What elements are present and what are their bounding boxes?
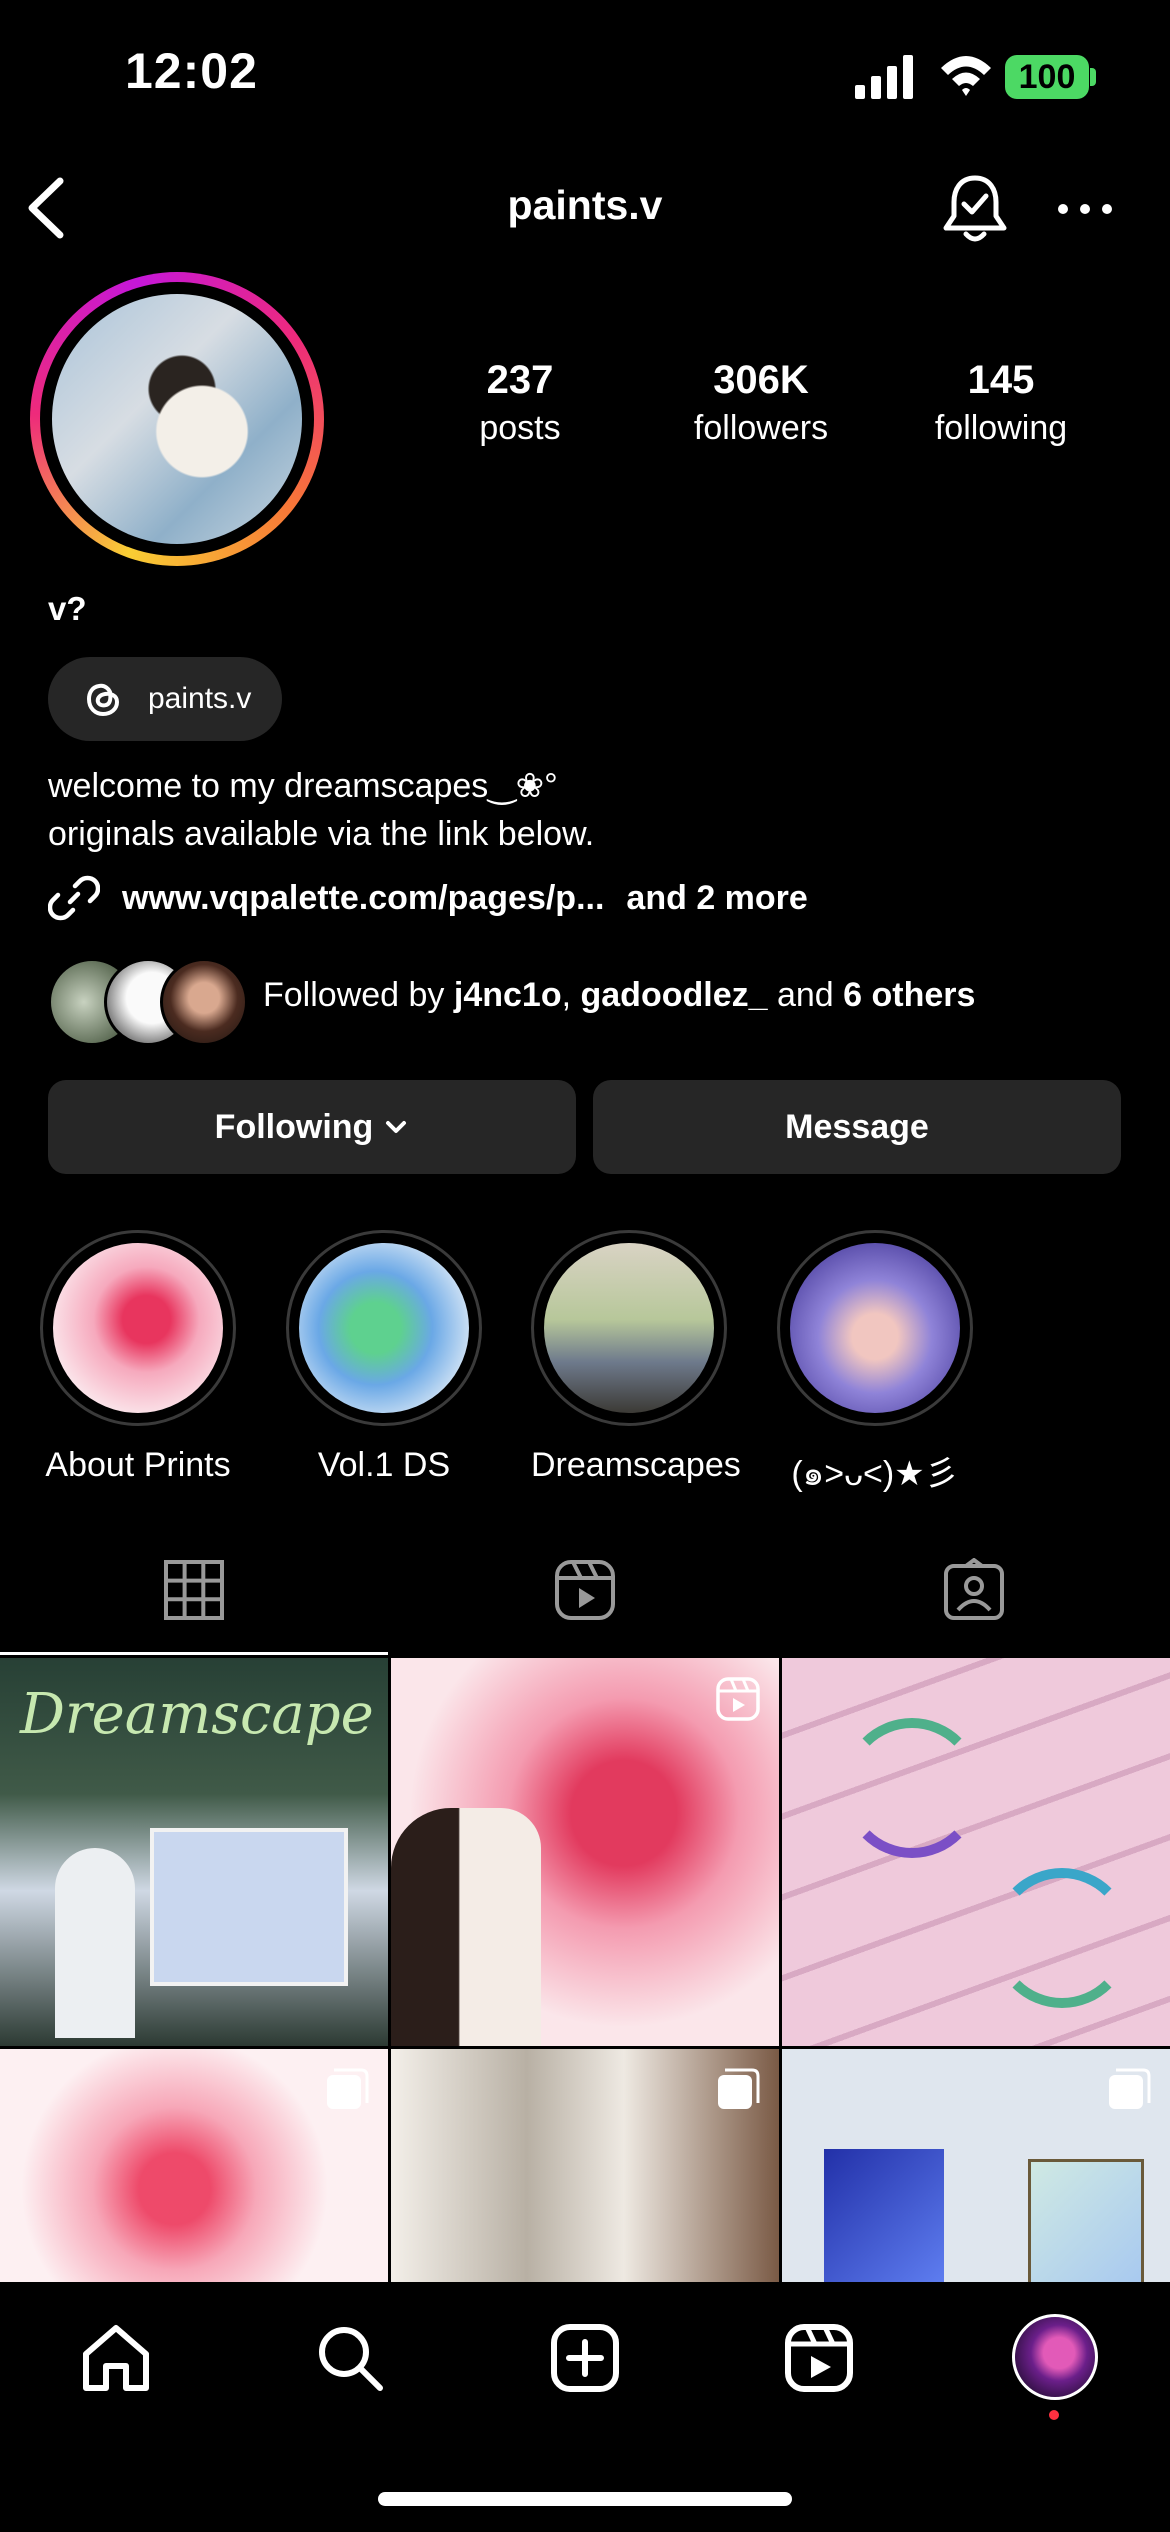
more-options-icon[interactable] — [1055, 195, 1115, 223]
following-button[interactable]: Following — [48, 1080, 576, 1174]
highlight-vol1-ds[interactable]: Vol.1 DS — [286, 1230, 482, 1485]
grid-post-2[interactable] — [391, 1658, 779, 2046]
threads-badge[interactable]: paints.v — [48, 657, 282, 741]
followed-by-text[interactable]: Followed by j4nc1o, gadoodlez_ and 6 oth… — [263, 976, 975, 1015]
grid-post-6[interactable] — [782, 2049, 1170, 2282]
carousel-icon — [1109, 2068, 1151, 2109]
carousel-icon — [718, 2068, 760, 2109]
mutual-avatar-3 — [160, 958, 248, 1046]
message-button[interactable]: Message — [593, 1080, 1121, 1174]
highlight-cover — [53, 1243, 223, 1413]
posts-count: 237 — [486, 358, 554, 402]
post-figure — [391, 1808, 541, 2046]
followers-stat[interactable]: 306K followers — [651, 358, 871, 448]
highlight-ring — [286, 1230, 482, 1426]
message-button-label: Message — [785, 1107, 929, 1146]
following-stat[interactable]: 145 following — [891, 358, 1111, 448]
grid-icon[interactable] — [162, 1558, 226, 1622]
post-figure — [55, 1848, 135, 2038]
highlight-dreamscapes[interactable]: Dreamscapes — [531, 1230, 741, 1485]
display-name: v? — [48, 590, 87, 627]
carousel-icon — [327, 2068, 369, 2109]
post-artwork — [1028, 2159, 1144, 2282]
followers-count: 306K — [713, 358, 809, 402]
search-icon[interactable] — [314, 2322, 386, 2394]
mutual-followers-avatars[interactable] — [48, 958, 248, 1046]
home-icon[interactable] — [80, 2322, 152, 2394]
active-tab-indicator — [0, 1652, 388, 1655]
followed-user-1[interactable]: j4nc1o — [454, 976, 562, 1014]
posts-stat: 237 posts — [410, 358, 630, 448]
post-caption-overlay: Dreamscape — [20, 1682, 374, 1747]
bio-line-2: originals available via the link below. — [48, 815, 595, 853]
chevron-down-icon — [386, 1121, 407, 1133]
following-count: 145 — [967, 358, 1035, 402]
grid-post-4[interactable] — [0, 2049, 388, 2282]
highlight-ring — [531, 1230, 727, 1426]
followed-others[interactable]: 6 others — [843, 976, 975, 1014]
followed-mid: and — [767, 976, 844, 1014]
status-time: 12:02 — [125, 43, 258, 99]
highlight-cover — [544, 1243, 714, 1413]
highlight-ring — [40, 1230, 236, 1426]
notification-dot — [1049, 2410, 1059, 2420]
highlight-ring — [777, 1230, 973, 1426]
followed-prefix: Followed by — [263, 976, 454, 1014]
reels-tab-icon[interactable] — [553, 1558, 617, 1622]
profile-avatar-nav[interactable] — [1012, 2314, 1098, 2400]
link-icon — [48, 875, 100, 921]
following-button-label: Following — [214, 1107, 374, 1146]
following-label: following — [934, 409, 1068, 447]
home-indicator[interactable] — [378, 2492, 792, 2506]
tagged-icon[interactable] — [942, 1558, 1006, 1622]
battery-tip — [1090, 68, 1096, 86]
link-url[interactable]: www.vqpalette.com/pages/p... — [122, 879, 604, 918]
cellular-signal-icon — [855, 55, 913, 99]
wifi-icon — [941, 56, 991, 96]
notification-bell-icon[interactable] — [940, 172, 1010, 246]
post-artwork — [824, 2149, 944, 2282]
battery-indicator: 100 — [1005, 55, 1089, 99]
post-artwork — [992, 1868, 1132, 2008]
highlight-about-prints[interactable]: About Prints — [40, 1230, 236, 1485]
bio-line-1: welcome to my dreamscapes‿❀° — [48, 767, 558, 805]
highlight-label: Vol.1 DS — [317, 1446, 451, 1484]
link-more[interactable]: and 2 more — [626, 879, 807, 918]
highlight-cover — [790, 1243, 960, 1413]
create-icon[interactable] — [549, 2322, 621, 2394]
followed-user-2[interactable]: gadoodlez_ — [581, 976, 768, 1014]
threads-label: paints.v — [148, 682, 252, 715]
bio-link[interactable]: www.vqpalette.com/pages/p... and 2 more — [48, 872, 808, 924]
highlight-label: About Prints — [45, 1446, 231, 1484]
profile-avatar[interactable] — [52, 294, 302, 544]
grid-post-5[interactable] — [391, 2049, 779, 2282]
bio: welcome to my dreamscapes‿❀° originals a… — [48, 762, 594, 858]
threads-icon — [86, 683, 120, 717]
followed-sep: , — [561, 976, 581, 1014]
reel-icon — [716, 1677, 760, 1721]
post-artwork — [150, 1828, 348, 1986]
highlight-label: (๑˃ᴗ˂)★彡 — [791, 1455, 959, 1493]
reels-icon[interactable] — [783, 2322, 855, 2394]
highlight-kaomoji[interactable]: (๑˃ᴗ˂)★彡 — [777, 1230, 973, 1500]
posts-label: posts — [479, 409, 561, 447]
post-artwork — [842, 1718, 982, 1858]
grid-post-1[interactable]: Dreamscape — [0, 1658, 388, 2046]
highlight-cover — [299, 1243, 469, 1413]
highlight-label: Dreamscapes — [531, 1446, 741, 1484]
followers-label: followers — [693, 409, 829, 447]
grid-post-3[interactable] — [782, 1658, 1170, 2046]
